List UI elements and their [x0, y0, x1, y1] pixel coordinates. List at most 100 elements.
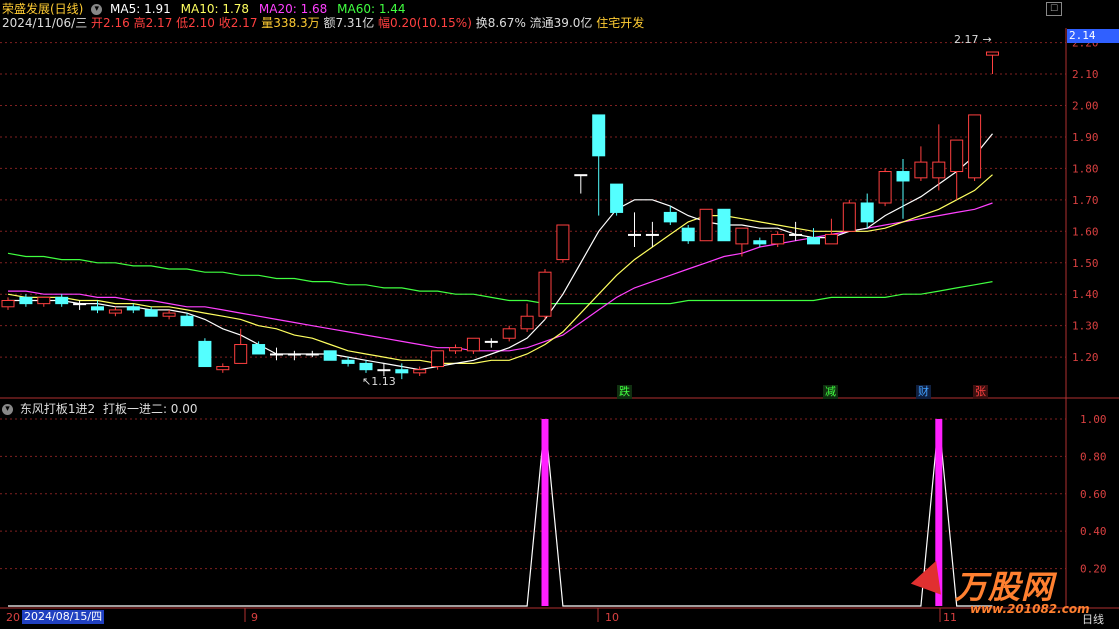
main-y-tick-label-8: 2.00: [1072, 99, 1099, 112]
settings-icon[interactable]: ▾: [91, 4, 103, 15]
candle-body-14: [252, 344, 266, 355]
indicator-line: [8, 418, 993, 607]
main-y-tick-label-3: 1.50: [1072, 257, 1099, 270]
main-y-tick-label-1: 1.30: [1072, 320, 1099, 333]
indicator-value: 打板一进二: 0.00: [102, 402, 198, 416]
header-row-1: 荣盛发展(日线) ▾ MA5: 1.91 MA10: 1.78 MA20: 1.…: [2, 2, 406, 16]
candle-body-16: [287, 353, 301, 356]
candle-body-50: [896, 171, 910, 182]
event-marker-fall[interactable]: 跌: [617, 385, 632, 399]
candle-body-8: [144, 309, 158, 317]
candle-body-29: [520, 315, 534, 330]
candle-body-6: [108, 309, 122, 314]
indicator-settings-icon[interactable]: ▾: [2, 404, 13, 415]
indicator-y-tick-label-4: 1.00: [1080, 413, 1107, 426]
candle-body-37: [663, 211, 677, 223]
high-price-label: 2.17: [954, 33, 979, 46]
indicator-title[interactable]: 东风打板1进2: [20, 402, 95, 416]
candle-body-23: [413, 369, 427, 374]
event-marker-finance[interactable]: 财: [916, 385, 931, 399]
date-axis-month-9: 9: [251, 611, 258, 624]
period-label[interactable]: 日线: [1082, 611, 1104, 627]
ma60-label: MA60: 1.44: [337, 2, 406, 16]
kline-chart[interactable]: 1.20 1.30 1.40 1.50 1.60 1.70 1.80 1.90 2.00 2.10…: [0, 0, 1119, 629]
restore-window-icon[interactable]: ☐: [1046, 2, 1062, 16]
candle-body-39: [699, 208, 713, 242]
ma5-label: MA5: 1.91: [110, 2, 171, 16]
quote-close: 收2.17: [218, 16, 258, 30]
event-marker-reduce[interactable]: 减: [823, 385, 838, 399]
candle-body-53: [950, 139, 964, 173]
candle-body-31: [556, 224, 570, 261]
quote-change: 幅0.20(10.15%): [378, 16, 472, 30]
candle-body-45: [807, 237, 820, 245]
main-y-tick-label-0: 1.20: [1072, 351, 1099, 364]
candle-body-10: [180, 315, 194, 327]
main-y-tick-label-2: 1.40: [1072, 288, 1099, 301]
candle-layer: [1, 51, 999, 380]
high-arrow-icon: →: [982, 33, 992, 46]
candle-body-12: [216, 366, 230, 371]
candle-body-20: [359, 362, 373, 371]
quote-float: 流通39.0亿: [529, 16, 593, 30]
candle-body-35: [628, 233, 641, 236]
date-axis-month-11: 11: [943, 611, 957, 624]
candle-body-2: [37, 296, 51, 305]
header-row-2: 2024/11/06/三 开2.16 高2.17 低2.10 收2.17 量33…: [2, 16, 644, 30]
grid-layer: [0, 42, 1066, 570]
candle-body-55: [986, 51, 999, 56]
ma10-label: MA10: 1.78: [180, 2, 250, 16]
indicator-header: ▾ 东风打板1进2 打板一进二: 0.00: [2, 402, 198, 416]
candle-body-47: [842, 202, 856, 232]
frame-layer: 1.20 1.30 1.40 1.50 1.60 1.70 1.80 1.90 2.00 2.10…: [0, 28, 1119, 622]
stock-name[interactable]: 荣盛发展(日线): [2, 2, 83, 16]
candle-body-32: [574, 174, 588, 177]
candle-body-7: [126, 306, 140, 311]
candle-body-33: [592, 114, 606, 157]
main-y-tick-label-5: 1.70: [1072, 194, 1099, 207]
candle-body-51: [914, 161, 928, 179]
low-price-label: 1.13: [371, 375, 396, 388]
candle-body-19: [341, 359, 355, 364]
indicator-signal-bar-30: [541, 418, 549, 606]
current-price-tag: 2.14: [1067, 29, 1119, 43]
date-axis-start: 20: [6, 611, 20, 624]
candle-body-52: [932, 161, 946, 179]
candle-body-5: [91, 306, 104, 311]
candle-body-36: [645, 233, 659, 236]
quote-turnover: 换8.67%: [475, 16, 526, 30]
candle-body-0: [1, 299, 15, 308]
candle-body-21: [377, 369, 391, 372]
sector-label[interactable]: 住宅开发: [596, 16, 644, 30]
low-arrow-icon: ↖: [362, 375, 372, 388]
candle-body-54: [968, 114, 982, 179]
indicator-layer: [8, 418, 993, 607]
indicator-y-tick-label-1: 0.40: [1080, 525, 1107, 538]
candle-body-11: [198, 340, 212, 368]
event-marker-rise[interactable]: 张: [973, 385, 988, 399]
indicator-y-tick-label-2: 0.60: [1080, 488, 1107, 501]
cursor-date-box: 2024/08/15/四: [22, 610, 105, 624]
date-axis-month-10: 10: [605, 611, 619, 624]
candle-body-9: [162, 312, 176, 317]
high-price-annotation: 2.17 →: [954, 33, 992, 46]
watermark-url: www.201082.com: [970, 602, 1090, 616]
main-y-tick-label-6: 1.80: [1072, 162, 1099, 175]
candle-body-18: [323, 350, 337, 361]
ma-layer: [7, 133, 993, 371]
candle-body-34: [610, 183, 624, 213]
candle-body-25: [449, 347, 462, 352]
low-price-annotation: ↖1.13: [362, 375, 396, 388]
indicator-y-tick-label-3: 0.80: [1080, 450, 1107, 463]
ma5-line: [8, 133, 993, 371]
current-price-label: 2.14: [1069, 29, 1096, 42]
candle-body-44: [789, 233, 803, 236]
candle-body-28: [502, 328, 516, 339]
ma60-line: [7, 252, 993, 305]
candle-body-13: [234, 344, 248, 364]
quote-volume: 量338.3万: [261, 16, 320, 30]
cursor-date: 2024/08/15/四: [24, 610, 103, 623]
candle-body-38: [681, 227, 695, 242]
candle-body-15: [270, 353, 283, 356]
candle-body-1: [19, 296, 33, 305]
